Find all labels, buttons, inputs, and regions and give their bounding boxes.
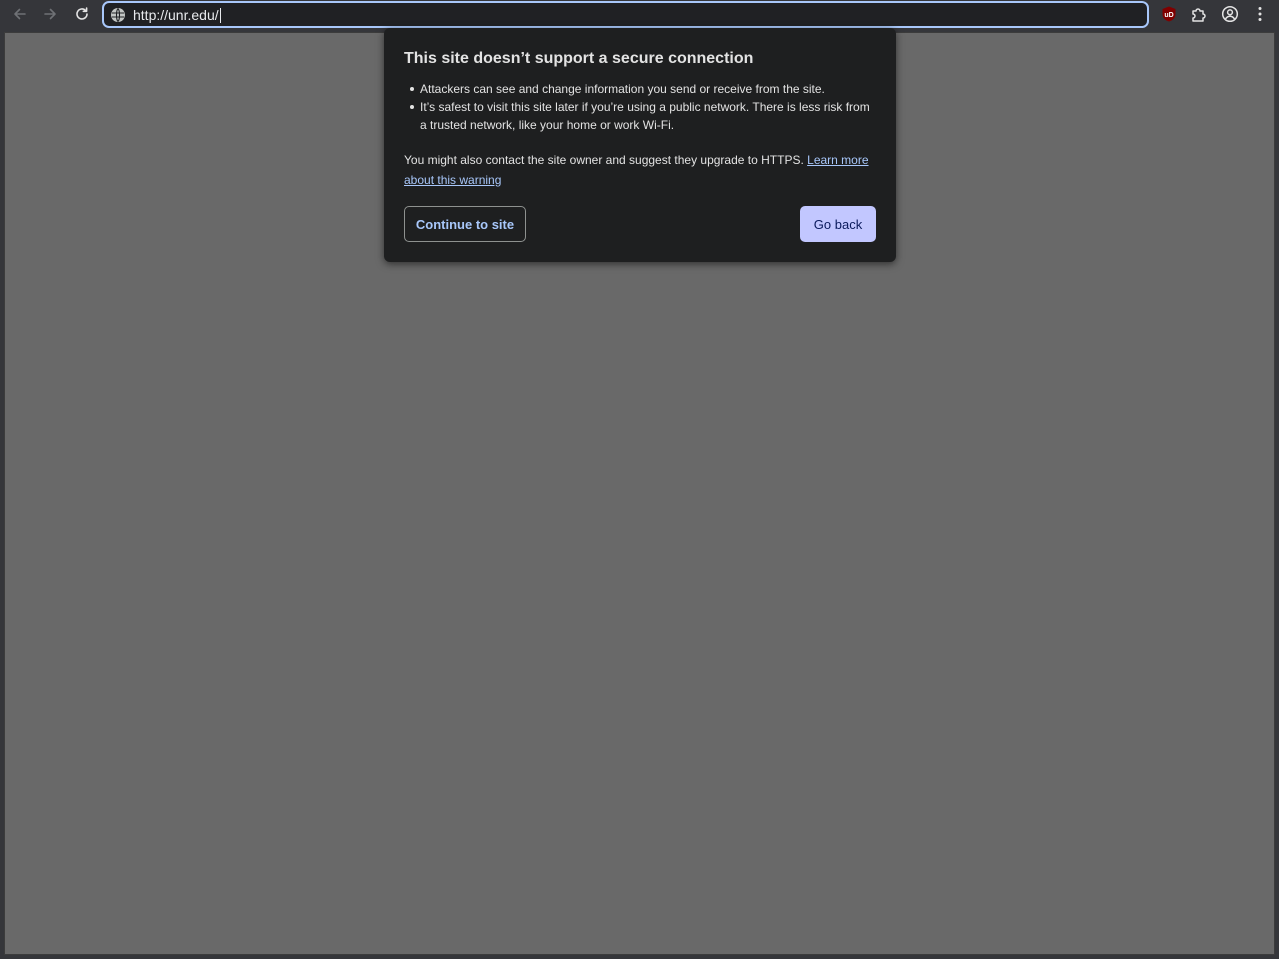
warning-bullet: It’s safest to visit this site later if …: [404, 98, 876, 134]
reload-button[interactable]: [70, 2, 94, 26]
text-caret: [219, 8, 221, 23]
browser-menu-button[interactable]: [1250, 4, 1270, 24]
browser-toolbar: http://unr.edu/ uD: [0, 0, 1279, 28]
go-back-button[interactable]: Go back: [800, 206, 876, 242]
kebab-menu-icon: [1258, 7, 1262, 21]
ublock-extension-button[interactable]: uD: [1159, 4, 1179, 24]
dialog-title: This site doesn’t support a secure conne…: [404, 50, 754, 67]
extensions-button[interactable]: [1189, 4, 1209, 24]
arrow-left-icon: [14, 8, 26, 20]
ublock-origin-icon: uD: [1162, 6, 1176, 22]
forward-button[interactable]: [38, 2, 62, 26]
continue-to-site-button[interactable]: Continue to site: [404, 206, 526, 242]
paragraph-text: You might also contact the site owner an…: [404, 153, 804, 167]
ublock-badge-text: uD: [1164, 12, 1173, 19]
profile-button[interactable]: [1220, 4, 1240, 24]
insecure-connection-dialog: This site doesn’t support a secure conne…: [384, 28, 896, 262]
extensions-puzzle-icon: [1192, 8, 1206, 22]
globe-icon[interactable]: [110, 7, 126, 23]
reload-icon: [76, 7, 88, 20]
profile-icon: [1221, 5, 1239, 23]
url-value: http://unr.edu/: [133, 7, 219, 23]
warning-bullet-list: Attackers can see and change information…: [404, 80, 876, 134]
back-button[interactable]: [8, 2, 32, 26]
warning-bullet: Attackers can see and change information…: [404, 80, 876, 98]
address-bar[interactable]: http://unr.edu/: [102, 1, 1149, 28]
url-text[interactable]: http://unr.edu/: [133, 7, 221, 23]
arrow-right-icon: [44, 8, 56, 20]
dialog-paragraph: You might also contact the site owner an…: [404, 150, 876, 190]
